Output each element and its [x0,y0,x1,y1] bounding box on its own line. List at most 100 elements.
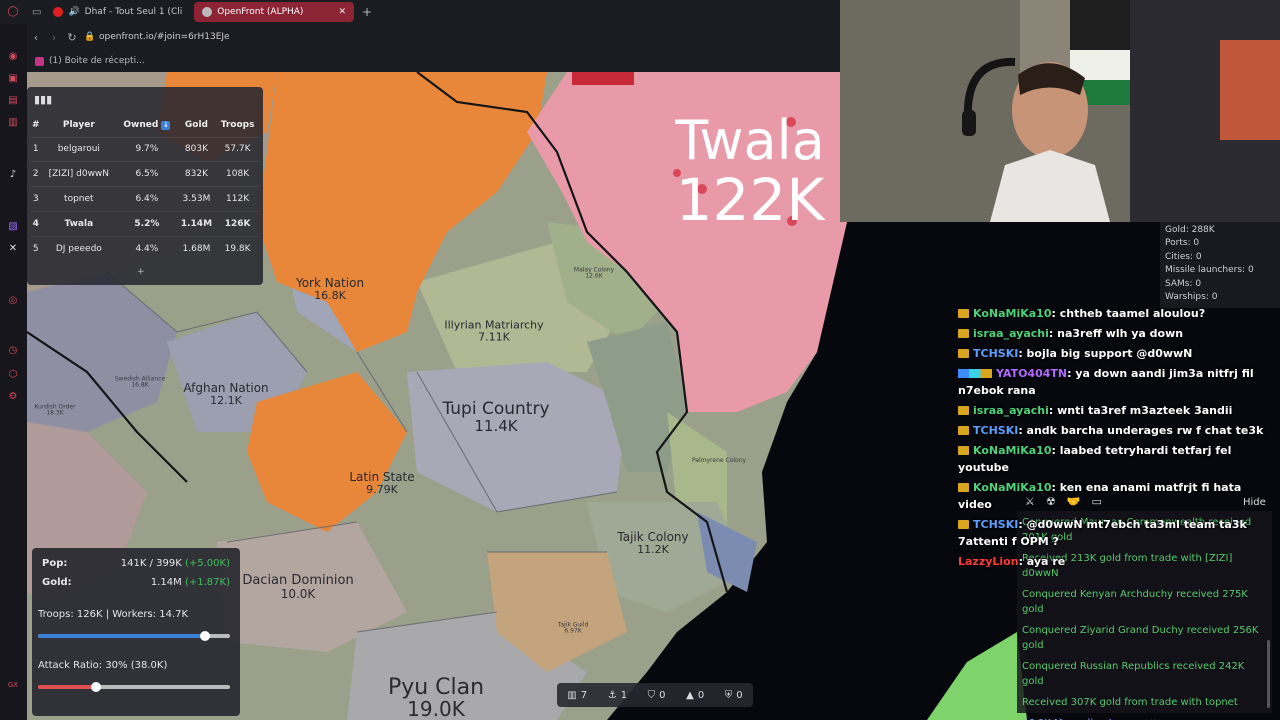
globe-icon [202,7,213,17]
twitch-icon[interactable]: ▧ [6,220,20,234]
tab-title: OpenFront (ALPHA) [217,7,304,17]
forward-icon[interactable]: › [45,31,63,44]
leaderboard-cell-rank: 1 [31,136,41,162]
chat-username[interactable]: LazzyLion [958,555,1019,568]
tab-openfront[interactable]: OpenFront (ALPHA) ✕ [194,2,354,22]
chat-username[interactable]: KoNaMiKa10 [973,481,1052,494]
small-nation-label[interactable]: Kurdish Order 18.3K [34,404,75,418]
attack-ratio-text: Attack Ratio: 30% (38.0K) [38,660,168,671]
speaker-icon[interactable]: 🔊 [68,7,79,17]
ports-value: 1 [620,689,628,701]
mail-icon[interactable]: ▤ [6,94,20,108]
crown-badge-icon [958,406,969,415]
nation-label[interactable]: Tajik Colony 11.2K [617,531,688,555]
small-nation-label[interactable]: Swedish Alliance 16.8K [115,376,165,390]
event-item[interactable]: 46.9K Mongolian League✕ [1022,716,1267,720]
leaderboard-cell-player: DJ peeedo [40,235,118,261]
chat-username[interactable]: TCHSKI [973,347,1018,360]
event-log-scrollbar[interactable] [1267,640,1270,708]
gx-icon[interactable]: GX [6,678,20,692]
cities-count[interactable]: ▥ 7 [567,690,587,701]
bookmark-inbox[interactable]: (1) Boite de récepti... [49,56,145,66]
pop-value: 141K / 399K [120,558,182,569]
nation-label[interactable]: Tupi Country 11.4K [442,400,549,436]
messenger-icon[interactable]: ◉ [6,50,20,64]
tiktok-icon[interactable]: ♪ [6,168,20,182]
column-player[interactable]: Player [41,113,118,137]
small-nation-label[interactable]: Tajik Guild 6.97K [558,622,589,636]
chat-username[interactable]: YATO404TN [996,367,1067,380]
close-tab-icon[interactable]: ✕ [338,7,346,17]
crown-badge-icon [958,329,969,338]
event-item: Conquered Russian Republics received 242… [1022,659,1267,689]
opera-logo-icon[interactable]: ◯ [6,5,20,19]
column-owned[interactable]: Owned ↓ [117,113,177,137]
nation-label[interactable]: Twala 122K [675,113,824,231]
chat-username[interactable]: israa_ayachi [973,404,1049,417]
chat-username[interactable]: KoNaMiKa10 [973,444,1052,457]
small-nation-label[interactable]: Malay Colony 12.6K [574,267,614,281]
twala-flag [572,72,634,85]
nation-troops: 11.4K [474,417,518,436]
chat-text: : aya re [1018,555,1066,568]
build-bar: ▥ 7 ⚓ 1 ⛉ 0 ▲ 0 ⛨ 0 [557,683,753,707]
defense-count[interactable]: ⛉ 0 [648,690,666,701]
chat-username[interactable]: TCHSKI [973,424,1018,437]
leaderboard-row[interactable]: 3 topnet 6.4% 3.53M 112K [31,186,259,212]
leaderboard-row[interactable]: 2 [ZIZI] d0wwN 6.5% 832K 108K [31,161,259,187]
nation-label[interactable]: Afghan Nation 12.1K [183,382,268,406]
leaderboard-row[interactable]: 5 DJ peeedo 4.4% 1.68M 19.8K [31,235,259,261]
column-rank[interactable]: # [31,113,41,137]
ports-count[interactable]: ⚓ 1 [608,690,627,701]
attack-ratio-slider[interactable] [38,682,230,692]
window-light [1220,40,1280,140]
chat-username[interactable]: israa_ayachi [973,327,1049,340]
nation-label[interactable]: York Nation 16.8K [296,277,364,301]
player-stats-panel: Gold: 288K Ports: 0 Cities: 0 Missile la… [1160,222,1280,308]
troop-ratio-handle[interactable] [200,631,211,641]
stream-chat: KoNaMiKa10: chtheb taamel aloulou? israa_… [958,305,1276,573]
column-gold[interactable]: Gold [177,113,216,137]
nation-name: Dacian Dominion [242,572,354,588]
small-nation-label[interactable]: Palmyrene Colony [692,457,746,464]
sams-count[interactable]: ⛨ 0 [725,690,743,701]
sort-down-icon: ↓ [161,120,171,130]
attack-ratio-row: Attack Ratio: 30% (38.0K) [38,660,230,671]
flag-black-stripe [1070,0,1130,50]
url-field[interactable]: openfront.io/#join=6rH13EJe [99,32,230,42]
leaderboard-row[interactable]: 1 belgaroui 9.7% 803K 57.7K [31,136,259,162]
sam-shield-icon: ⛨ [724,689,733,701]
chat-username[interactable]: KoNaMiKa10 [973,307,1052,320]
nation-label[interactable]: Latin State 9.79K [349,471,414,495]
extension-icon[interactable]: ⬡ [6,368,20,382]
missiles-count[interactable]: ▲ 0 [686,690,704,701]
nation-label[interactable]: Illyrian Matriarchy 7.11K [444,319,543,342]
pop-label: Pop: [42,558,68,569]
x-icon[interactable]: ✕ [6,242,20,256]
nation-label[interactable]: Pyu Clan 19.0K [388,676,484,720]
chat-username[interactable]: TCHSKI [973,518,1018,531]
nation-troops: 16.8K [314,288,346,302]
anchor-icon: ⚓ [607,689,617,701]
leaderboard-chart-icon[interactable]: ▮▮▮ [34,93,52,106]
tab-list-icon[interactable]: ▭ [32,7,41,18]
new-tab-button[interactable]: + [362,5,372,19]
column-troops[interactable]: Troops [216,113,259,137]
play-icon[interactable]: ◎ [6,294,20,308]
history-icon[interactable]: ◷ [6,344,20,358]
pop-delta: (+5.00K) [184,558,230,569]
music-icon[interactable]: ▥ [6,116,20,130]
leaderboard-row[interactable]: 4 Twala 5.2% 1.14M 126K [31,210,259,237]
bag-icon[interactable]: ▣ [6,72,20,86]
attack-ratio-handle[interactable] [90,682,101,692]
troop-ratio-slider[interactable] [38,631,230,641]
crown-badge-icon [958,446,969,455]
reload-icon[interactable]: ↻ [63,31,81,44]
screen: ◯ ▭ 🔊 Dhaf - Tout Seul 1 (Cli OpenFront … [0,0,1280,720]
leaderboard-expand-button[interactable]: + [137,267,145,277]
leaderboard-cell-rank: 3 [31,186,41,212]
back-icon[interactable]: ‹ [27,31,45,44]
settings-icon[interactable]: ⚙ [6,390,20,404]
nation-label[interactable]: Dacian Dominion 10.0K [242,574,353,600]
tab-dhaf[interactable]: 🔊 Dhaf - Tout Seul 1 (Cli [45,2,190,22]
